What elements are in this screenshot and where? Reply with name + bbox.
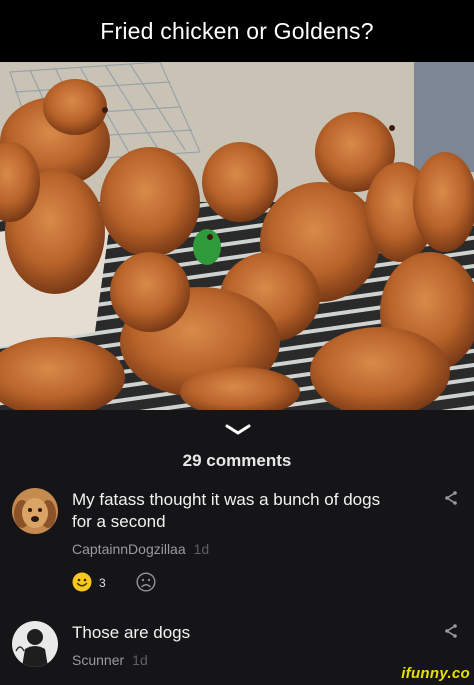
- dog-avatar-icon: [12, 488, 58, 534]
- chevron-down-icon[interactable]: [225, 424, 251, 436]
- watermark: ifunny.co: [401, 665, 470, 682]
- smile-reaction-icon[interactable]: [72, 572, 92, 592]
- sad-reaction-icon[interactable]: [136, 572, 156, 592]
- comment-meta: Scunner 1d: [72, 652, 148, 668]
- comment-time: 1d: [132, 652, 148, 668]
- comment-time: 1d: [193, 541, 210, 557]
- comment-text: My fatass thought it was a bunch of dogs…: [72, 489, 380, 533]
- comment-line: My fatass thought it was a bunch of dogs: [72, 490, 381, 509]
- comment-line: Those are dogs: [72, 623, 191, 642]
- share-icon[interactable]: [444, 624, 458, 638]
- post-header: Fried chicken or Goldens?: [0, 0, 474, 62]
- comment-meta: CaptainnDogzillaa 1d: [72, 541, 209, 557]
- avatar[interactable]: [12, 621, 58, 667]
- smile-count: 3: [99, 576, 106, 590]
- person-avatar-icon: [12, 621, 58, 667]
- comment-line: for a second: [72, 512, 166, 531]
- post-title: Fried chicken or Goldens?: [100, 17, 374, 44]
- comment-text: Those are dogs: [72, 622, 190, 644]
- comment-author[interactable]: Scunner: [72, 652, 124, 668]
- comments-count: 29 comments: [182, 451, 292, 470]
- share-icon[interactable]: [444, 491, 458, 505]
- comment-author[interactable]: CaptainnDogzillaa: [72, 541, 186, 557]
- post-image[interactable]: [0, 62, 474, 410]
- avatar[interactable]: [12, 488, 58, 534]
- puppies-photo: [0, 62, 474, 410]
